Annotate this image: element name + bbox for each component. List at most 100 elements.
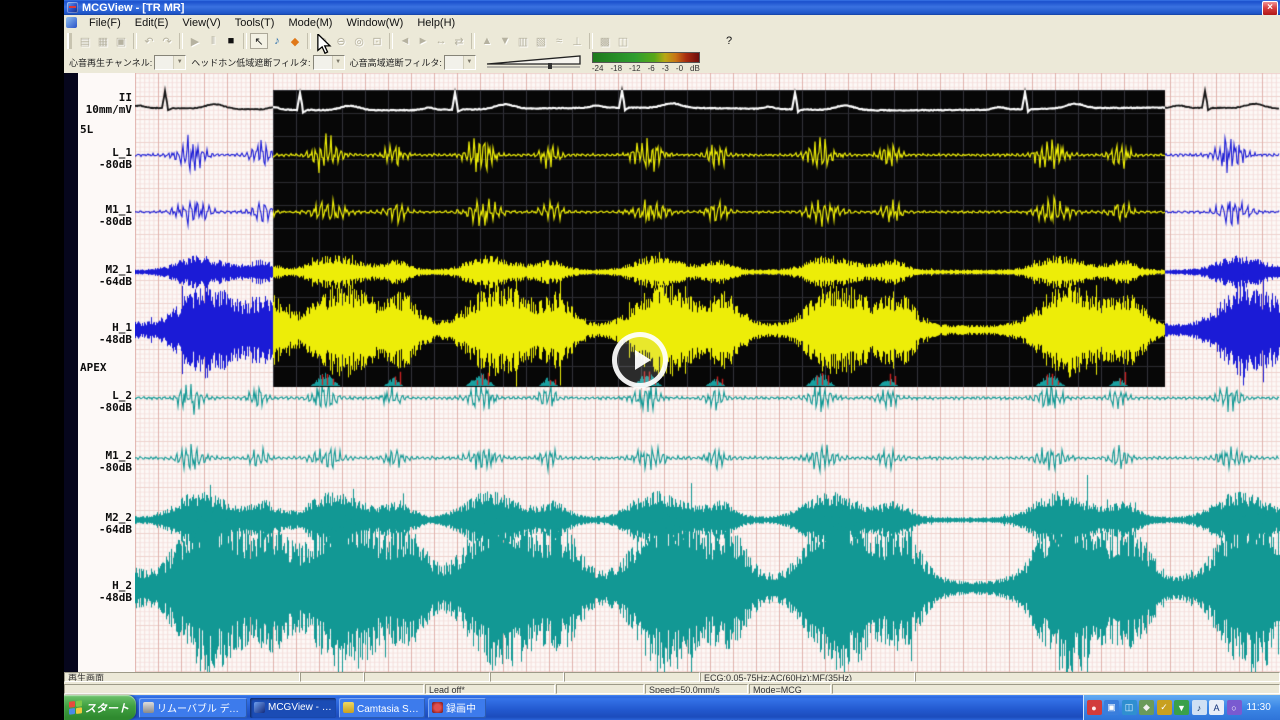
- gain-up-icon[interactable]: ▲: [478, 33, 496, 49]
- status-row-1: 再生画面 ECG:0.05-75Hz;AC(60Hz);MF(35Hz): [64, 672, 1280, 684]
- zoom-out-icon[interactable]: ⊖: [332, 33, 350, 49]
- tray-update-icon[interactable]: ▼: [1174, 700, 1189, 715]
- title-bar: MCGView - [TR MR] ×: [64, 0, 1280, 15]
- menu-bar: File(F) Edit(E) View(V) Tools(T) Mode(M)…: [64, 15, 1280, 31]
- volume-slider[interactable]: [486, 55, 582, 71]
- channel-M22-gain: -64dB: [78, 524, 132, 536]
- menu-edit[interactable]: Edit(E): [128, 16, 176, 30]
- tray-antivirus-icon[interactable]: ✓: [1157, 700, 1172, 715]
- tray-volume-icon[interactable]: ♪: [1192, 700, 1207, 715]
- main-toolbar: ▤▦▣↶↷▶‖■↖♪◆⊕⊖◎⊡◄►↔⇄▲▼▥▧≈⊥▩◫?: [64, 30, 1280, 53]
- status-seg: [490, 672, 564, 682]
- play-icon[interactable]: ▶: [186, 33, 204, 49]
- toolbar-separator: [179, 33, 183, 49]
- tray-network-icon[interactable]: ◫: [1122, 700, 1137, 715]
- tray-recording-icon[interactable]: ●: [1087, 700, 1102, 715]
- sound-channel-select[interactable]: ▼: [154, 55, 186, 70]
- tray-icons: ●▣◫◆✓▼♪A○: [1084, 700, 1242, 715]
- undo-icon[interactable]: ↶: [140, 33, 158, 49]
- chart-view-icon[interactable]: ▥: [514, 33, 532, 49]
- redo-icon[interactable]: ↷: [158, 33, 176, 49]
- app-window: MCGView - [TR MR] × File(F) Edit(E) View…: [64, 0, 1280, 695]
- status-seg: [915, 672, 1280, 682]
- chevron-down-icon: ▼: [173, 56, 185, 69]
- event-marker-icon[interactable]: ◆: [286, 33, 304, 49]
- page-prev-icon[interactable]: ◄: [396, 33, 414, 49]
- tray-ime-icon[interactable]: A: [1209, 700, 1224, 715]
- filter-icon[interactable]: ≈: [550, 33, 568, 49]
- menu-mode[interactable]: Mode(M): [281, 16, 339, 30]
- channel-H2-gain: -48dB: [78, 592, 132, 604]
- highcut-filter-select[interactable]: ▼: [444, 55, 476, 70]
- menu-view[interactable]: View(V): [175, 16, 227, 30]
- waveform-area: II 10mm/mV 5L L_1 -80dB M1_1 -80dB M2_1 …: [64, 73, 1280, 672]
- toolbar-separator: [243, 33, 247, 49]
- status-lead-off: Lead off*: [425, 684, 555, 694]
- sensor-group-1-label: 5L: [80, 123, 93, 136]
- channel-M12-gain: -80dB: [78, 462, 132, 474]
- select-cursor-icon[interactable]: ↖: [250, 33, 268, 49]
- waveform-canvas[interactable]: [135, 73, 1280, 672]
- gain-down-icon[interactable]: ▼: [496, 33, 514, 49]
- report-icon[interactable]: ◫: [614, 33, 632, 49]
- zoom-fit-icon[interactable]: ⊡: [368, 33, 386, 49]
- lowcut-filter-select[interactable]: ▼: [313, 55, 345, 70]
- print-icon[interactable]: ▣: [112, 33, 130, 49]
- taskbar-item-camtasia[interactable]: Camtasia Studio - 名...: [339, 698, 425, 718]
- toolbar-separator: [389, 33, 393, 49]
- menu-window[interactable]: Window(W): [339, 16, 410, 30]
- tray-scheduler-icon[interactable]: ○: [1227, 700, 1242, 715]
- context-help-icon[interactable]: ?: [720, 33, 738, 49]
- toolbar-separator: [133, 33, 137, 49]
- highcut-filter-label: 心音高域遮断フィルタ:: [350, 56, 442, 69]
- stop-icon[interactable]: ■: [222, 33, 240, 49]
- mcgview-icon: [254, 702, 265, 713]
- channel-M11-gain: -80dB: [78, 216, 132, 228]
- channel-H1-gain: -48dB: [78, 334, 132, 346]
- open-icon[interactable]: ▤: [76, 33, 94, 49]
- speaker-icon[interactable]: ♪: [268, 33, 286, 49]
- menu-tools[interactable]: Tools(T): [228, 16, 282, 30]
- toolbar-grip: [67, 33, 72, 49]
- lowcut-filter-label: ヘッドホン低域遮断フィルタ:: [191, 56, 310, 69]
- child-window-icon: [66, 17, 77, 28]
- settings-icon[interactable]: ▩: [596, 33, 614, 49]
- channel-L1-gain: -80dB: [78, 159, 132, 171]
- taskbar-item-recording[interactable]: 録画中: [428, 698, 486, 718]
- status-seg: [364, 672, 490, 682]
- save-icon[interactable]: ▦: [94, 33, 112, 49]
- play-icon: [635, 350, 651, 370]
- toolbar-separator: [471, 33, 475, 49]
- time-shrink-icon[interactable]: ⇄: [450, 33, 468, 49]
- status-row-2: Lead off* Speed=50.0mm/s Mode=MCG: [64, 684, 1280, 695]
- taskbar-item-mcgview[interactable]: MCGView - [TR MR]: [250, 698, 336, 718]
- status-mode: Mode=MCG: [749, 684, 831, 694]
- tray-display-icon[interactable]: ▣: [1104, 700, 1119, 715]
- channel-L2-gain: -80dB: [78, 402, 132, 414]
- taskbar-item-removable-disk[interactable]: リムーバブル ディスク (F:): [139, 698, 247, 718]
- audio-level-meter: -24 -18 -12 -6 -3 -0 dB: [592, 52, 700, 73]
- close-button[interactable]: ×: [1262, 1, 1278, 16]
- chevron-down-icon: ▼: [332, 56, 344, 69]
- status-seg: [564, 672, 700, 682]
- video-play-button[interactable]: [612, 332, 668, 388]
- tray-usb-icon[interactable]: ◆: [1139, 700, 1154, 715]
- page-next-icon[interactable]: ►: [414, 33, 432, 49]
- window-title: MCGView - [TR MR]: [82, 2, 184, 14]
- status-view-mode: 再生画面: [64, 672, 300, 682]
- sensor-group-2-label: APEX: [80, 361, 107, 374]
- menu-help[interactable]: Help(H): [410, 16, 462, 30]
- menu-file[interactable]: File(F): [82, 16, 128, 30]
- time-expand-icon[interactable]: ↔: [432, 33, 450, 49]
- start-button[interactable]: スタート: [64, 695, 136, 720]
- taskbar: スタート リムーバブル ディスク (F:) MCGView - [TR MR] …: [64, 695, 1280, 720]
- pause-icon[interactable]: ‖: [204, 33, 222, 49]
- map-view-icon[interactable]: ▧: [532, 33, 550, 49]
- zoom-reset-icon[interactable]: ◎: [350, 33, 368, 49]
- status-seg: [300, 672, 364, 682]
- status-bar: 再生画面 ECG:0.05-75Hz;AC(60Hz);MF(35Hz) Lea…: [64, 672, 1280, 695]
- app-icon: [67, 2, 78, 13]
- db-scale: -24 -18 -12 -6 -3 -0 dB: [592, 64, 700, 73]
- measure-icon[interactable]: ⊥: [568, 33, 586, 49]
- left-margin-strip: [64, 73, 78, 672]
